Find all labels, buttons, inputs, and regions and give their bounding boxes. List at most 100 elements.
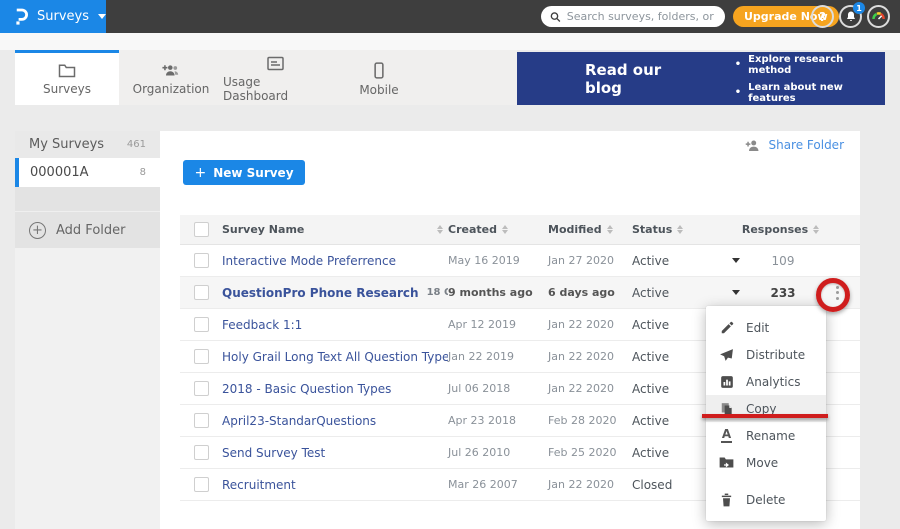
sort-icon[interactable] xyxy=(437,225,443,234)
annotation-underline-copy xyxy=(702,414,828,418)
menu-item-move[interactable]: Move xyxy=(706,449,826,476)
col-created: Created xyxy=(448,223,497,236)
usage-meter-button[interactable] xyxy=(867,5,890,28)
paper-plane-icon xyxy=(719,348,734,362)
question-count-badge: 18 Questions xyxy=(427,287,448,298)
responses-cell: 109 xyxy=(752,254,814,268)
created-cell: Apr 12 2019 xyxy=(448,318,548,331)
move-folder-icon xyxy=(719,456,734,469)
row-checkbox[interactable] xyxy=(194,285,209,300)
add-folder-button[interactable]: + Add Folder xyxy=(15,212,160,248)
plus-icon: + xyxy=(194,165,206,181)
modified-cell: Jan 22 2020 xyxy=(548,382,632,395)
notification-badge: 1 xyxy=(853,2,865,14)
row-checkbox[interactable] xyxy=(194,317,209,332)
tab-organization-label: Organization xyxy=(133,82,210,96)
created-cell: May 16 2019 xyxy=(448,254,548,267)
menu-item-analytics[interactable]: Analytics xyxy=(706,368,826,395)
help-button[interactable]: ? xyxy=(811,5,834,28)
created-cell: 9 months ago xyxy=(448,286,548,299)
survey-name-link[interactable]: April23-StandarQuestions xyxy=(222,414,376,428)
blog-banner-title: Read our blog xyxy=(585,61,697,97)
people-add-icon xyxy=(161,63,181,78)
gauge-icon xyxy=(871,9,886,24)
sort-icon[interactable] xyxy=(677,225,683,234)
survey-name-link[interactable]: Feedback 1:1 xyxy=(222,318,302,332)
mobile-phone-icon xyxy=(373,62,385,79)
tab-surveys-label: Surveys xyxy=(43,82,91,96)
menu-item-edit[interactable]: Edit xyxy=(706,314,826,341)
header-substrip xyxy=(0,33,900,50)
survey-name-link[interactable]: 2018 - Basic Question Types xyxy=(222,382,391,396)
new-survey-button[interactable]: + New Survey xyxy=(183,160,305,185)
status-dropdown-caret[interactable] xyxy=(732,290,740,295)
row-checkbox[interactable] xyxy=(194,349,209,364)
status-cell: Active xyxy=(632,286,720,300)
modified-cell: Feb 25 2020 xyxy=(548,446,632,459)
tab-usage-dashboard[interactable]: Usage Dashboard xyxy=(223,50,327,105)
tab-organization[interactable]: Organization xyxy=(119,50,223,105)
sort-icon[interactable] xyxy=(502,225,508,234)
sidebar-item-count: 8 xyxy=(140,167,146,178)
tab-mobile-label: Mobile xyxy=(359,83,398,97)
survey-name-link[interactable]: QuestionPro Phone Research xyxy=(222,286,419,300)
share-person-icon xyxy=(745,139,761,152)
trash-icon xyxy=(720,493,733,507)
survey-name-link[interactable]: Interactive Mode Preferrence xyxy=(222,254,396,268)
product-menu[interactable]: Surveys xyxy=(0,0,106,33)
menu-item-distribute[interactable]: Distribute xyxy=(706,341,826,368)
created-cell: Jul 26 2010 xyxy=(448,446,548,459)
bullet-icon: • xyxy=(735,87,741,98)
search-input[interactable] xyxy=(567,10,716,23)
col-survey-name: Survey Name xyxy=(222,223,304,236)
banner-bullet-1: •Explore research method xyxy=(735,54,885,76)
table-row-active: QuestionPro Phone Research 18 Questions … xyxy=(180,277,860,309)
modified-cell: Jan 22 2020 xyxy=(548,318,632,331)
row-checkbox[interactable] xyxy=(194,253,209,268)
status-dropdown-caret[interactable] xyxy=(732,258,740,263)
select-all-checkbox[interactable] xyxy=(194,222,209,237)
sort-icon[interactable] xyxy=(813,225,819,234)
chevron-down-icon xyxy=(98,14,106,19)
search-icon xyxy=(550,11,561,23)
sidebar-item-my-surveys[interactable]: My Surveys 461 xyxy=(15,131,160,158)
rename-icon: A xyxy=(721,428,732,443)
survey-name-link[interactable]: Send Survey Test xyxy=(222,446,325,460)
menu-item-delete[interactable]: Delete xyxy=(706,486,826,513)
sidebar-item-count: 461 xyxy=(127,139,146,150)
share-folder-link[interactable]: Share Folder xyxy=(745,138,844,152)
folder-icon xyxy=(58,63,76,78)
product-menu-label: Surveys xyxy=(37,9,89,24)
status-cell: Active xyxy=(632,254,720,268)
modified-cell: Feb 28 2020 xyxy=(548,414,632,427)
plus-circle-icon: + xyxy=(29,222,46,239)
survey-name-link[interactable]: Holy Grail Long Text All Question Types xyxy=(222,350,448,364)
row-checkbox[interactable] xyxy=(194,477,209,492)
share-folder-label: Share Folder xyxy=(768,138,844,152)
sidebar-spacer xyxy=(15,187,160,212)
blog-banner[interactable]: Read our blog •Explore research method •… xyxy=(517,52,885,105)
menu-item-rename[interactable]: A Rename xyxy=(706,422,826,449)
add-folder-label: Add Folder xyxy=(56,223,125,238)
tab-mobile[interactable]: Mobile xyxy=(327,50,431,105)
sort-icon[interactable] xyxy=(607,225,613,234)
notifications-button[interactable]: 1 xyxy=(839,5,862,28)
row-checkbox[interactable] xyxy=(194,445,209,460)
questionpro-logo-icon xyxy=(13,7,28,27)
folders-sidebar: My Surveys 461 000001A 8 + Add Folder xyxy=(15,131,160,529)
pencil-icon xyxy=(720,321,734,335)
responses-cell: 233 xyxy=(752,286,814,300)
row-checkbox[interactable] xyxy=(194,381,209,396)
menu-item-label: Delete xyxy=(746,493,785,507)
blog-banner-bullets: •Explore research method •Learn about ne… xyxy=(735,54,885,104)
row-checkbox[interactable] xyxy=(194,413,209,428)
sidebar-item-folder-000001A[interactable]: 000001A 8 xyxy=(15,158,160,187)
menu-item-label: Rename xyxy=(746,429,795,443)
created-cell: Apr 23 2018 xyxy=(448,414,548,427)
created-cell: Jan 22 2019 xyxy=(448,350,548,363)
modified-cell: 6 days ago xyxy=(548,286,632,299)
created-cell: Jul 06 2018 xyxy=(448,382,548,395)
survey-name-link[interactable]: Recruitment xyxy=(222,478,296,492)
global-search xyxy=(541,6,725,27)
tab-surveys[interactable]: Surveys xyxy=(15,50,119,105)
